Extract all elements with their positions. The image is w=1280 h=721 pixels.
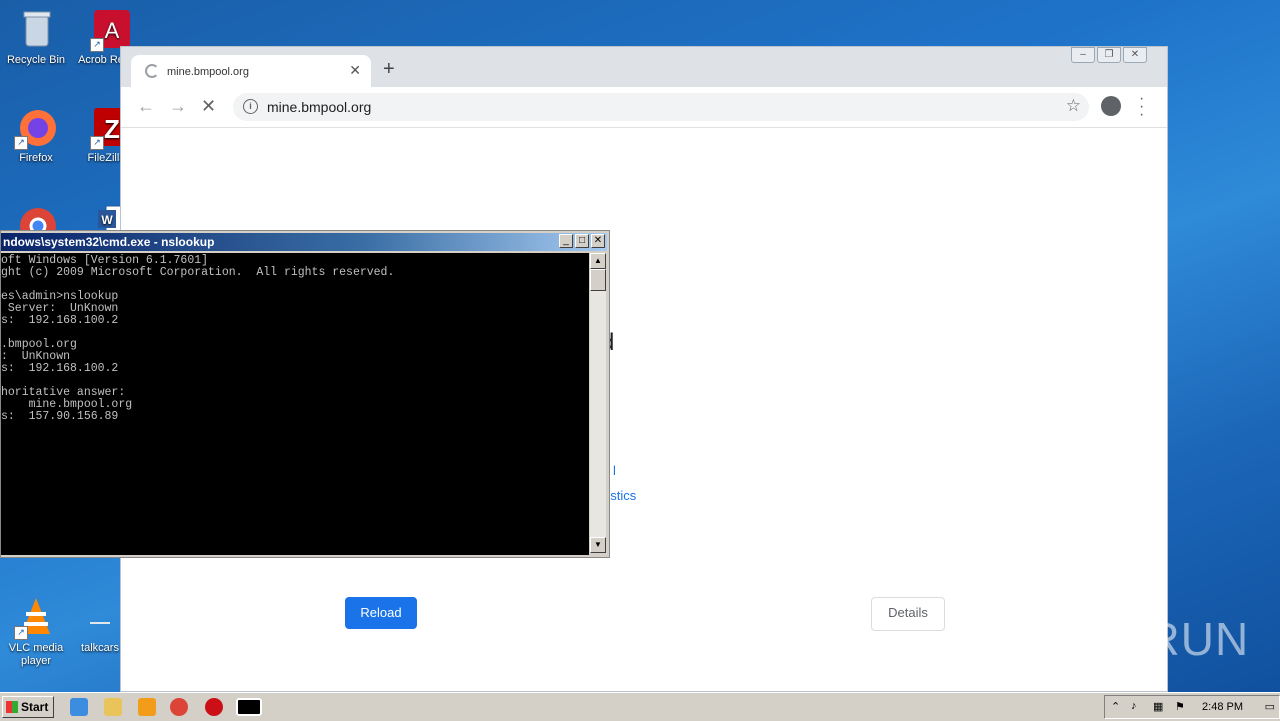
shortcut-arrow-icon: ↗: [14, 626, 28, 640]
cmd-close-button[interactable]: ✕: [591, 234, 605, 248]
details-button[interactable]: Details: [871, 597, 945, 631]
close-button[interactable]: ✕: [1123, 47, 1147, 63]
start-label: Start: [21, 700, 49, 714]
clock[interactable]: 2:48 PM: [1202, 701, 1243, 713]
document-icon: [80, 596, 120, 638]
console-line: ght (c) 2009 Microsoft Corporation. All …: [1, 266, 395, 279]
start-button[interactable]: Start: [2, 696, 54, 718]
more-menu-icon[interactable]: · · ·: [1139, 91, 1144, 123]
opera-icon[interactable]: [205, 698, 223, 716]
tab-title: mine.bmpool.org: [167, 66, 249, 78]
firefox-icon: ↗: [14, 106, 56, 150]
svg-text:Z: Z: [104, 114, 120, 144]
cmd-title-text: ndows\system32\cmd.exe - nslookup: [3, 235, 215, 249]
window-controls: – ❐ ✕: [1071, 47, 1153, 63]
cmd-window-controls: _ □ ✕: [559, 234, 605, 248]
browser-tab[interactable]: mine.bmpool.org ✕: [131, 55, 371, 87]
desktop-icon-label: Recycle Bin: [6, 54, 66, 66]
restore-button[interactable]: ❐: [1097, 47, 1121, 63]
volume-icon[interactable]: ♪: [1131, 700, 1137, 712]
reload-button[interactable]: Reload: [345, 597, 417, 629]
desktop-icon-label: Firefox: [19, 152, 53, 164]
console-line: s: 192.168.100.2: [1, 362, 119, 375]
shortcut-arrow-icon: ↗: [14, 136, 28, 150]
media-player-icon[interactable]: [138, 698, 156, 716]
scroll-up-icon[interactable]: ▲: [590, 253, 606, 269]
cmd-window: ndows\system32\cmd.exe - nslookup _ □ ✕ …: [0, 230, 610, 558]
network-icon[interactable]: ▦: [1153, 700, 1163, 713]
console-scrollbar[interactable]: ▲ ▼: [590, 253, 606, 553]
desktop-icon-firefox[interactable]: ↗ Firefox: [0, 106, 76, 165]
system-tray: ⌃ ♪ ▦ ⚑ 2:48 PM ▭: [1104, 695, 1280, 719]
loading-spinner-icon: [145, 64, 159, 78]
shortcut-arrow-icon: ↗: [90, 38, 104, 52]
profile-avatar-icon[interactable]: [1101, 96, 1121, 116]
shortcut-arrow-icon: ↗: [90, 136, 104, 150]
cmd-maximize-button[interactable]: □: [575, 234, 589, 248]
site-info-icon[interactable]: i: [243, 99, 258, 114]
desktop-icon-label: VLC media player: [8, 642, 64, 667]
console-line: s: 192.168.100.2: [1, 314, 119, 327]
error-link-fragment[interactable]: l: [613, 463, 616, 478]
taskbar: Start ⌃ ♪ ▦ ⚑ 2:48 PM ▭: [0, 692, 1280, 721]
tab-close-icon[interactable]: ✕: [349, 62, 361, 79]
svg-text:A: A: [105, 18, 120, 43]
vlc-icon: ↗: [14, 596, 56, 640]
console-output[interactable]: oft Windows [Version 6.1.7601] ght (c) 20…: [1, 253, 589, 555]
folder-icon[interactable]: [104, 698, 122, 716]
new-tab-button[interactable]: +: [383, 59, 395, 79]
ie-icon[interactable]: [70, 698, 88, 716]
svg-text:W: W: [101, 213, 113, 227]
stop-loading-icon[interactable]: ✕: [201, 96, 216, 117]
show-desktop-icon[interactable]: ▭: [1265, 700, 1275, 713]
tab-strip: mine.bmpool.org ✕ + – ❐ ✕: [121, 47, 1167, 87]
chrome-taskbar-icon[interactable]: [170, 698, 188, 716]
scroll-thumb[interactable]: [590, 269, 606, 291]
console-line: s: 157.90.156.89: [1, 410, 119, 423]
cmd-title-bar[interactable]: ndows\system32\cmd.exe - nslookup: [1, 233, 607, 251]
desktop-icon-label: talkcars: [81, 642, 119, 654]
minimize-button[interactable]: –: [1071, 47, 1095, 63]
back-arrow-icon[interactable]: ←: [137, 96, 155, 117]
browser-toolbar: ← → ✕ i mine.bmpool.org ☆ · · ·: [121, 87, 1167, 128]
console-line: .bmpool.org: [1, 338, 77, 351]
forward-arrow-icon[interactable]: →: [169, 96, 187, 117]
scroll-down-icon[interactable]: ▼: [590, 537, 606, 553]
desktop-icon-recycle-bin[interactable]: Recycle Bin: [0, 8, 76, 67]
recycle-bin-icon: [16, 8, 56, 50]
acrobat-icon: A ↗: [90, 8, 132, 52]
anyrun-watermark: ANY RUN: [1036, 613, 1250, 665]
cmd-taskbar-icon[interactable]: [236, 698, 262, 716]
flag-icon[interactable]: ⚑: [1175, 700, 1185, 713]
url-text: mine.bmpool.org: [267, 99, 372, 115]
cmd-minimize-button[interactable]: _: [559, 234, 573, 248]
bookmark-star-icon[interactable]: ☆: [1066, 96, 1081, 116]
tray-expand-icon[interactable]: ⌃: [1111, 700, 1120, 713]
address-bar[interactable]: i mine.bmpool.org ☆: [233, 93, 1089, 121]
windows-logo-icon: [6, 701, 18, 713]
